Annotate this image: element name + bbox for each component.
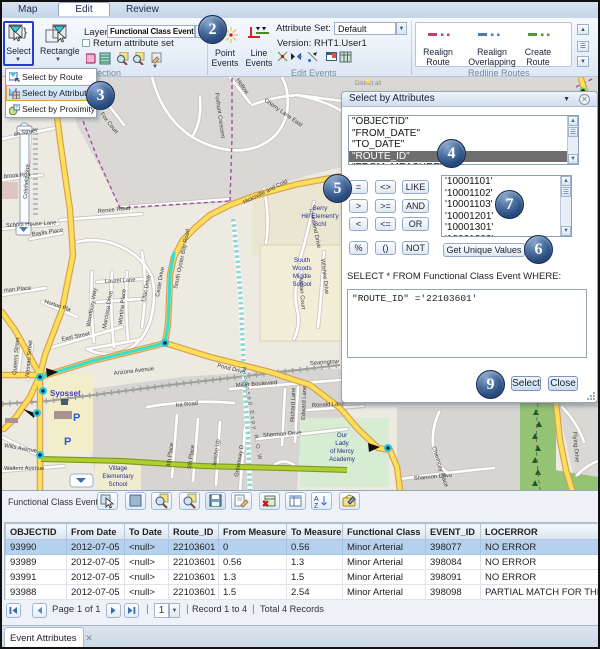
svg-text:Berry: Berry	[313, 205, 329, 212]
svg-text:Our: Our	[337, 432, 347, 439]
svg-text:P: P	[73, 412, 80, 424]
svg-text:P: P	[64, 436, 71, 448]
svg-text:Schl: Schl	[314, 221, 326, 228]
svg-text:Richard Lane: Richard Lane	[290, 387, 297, 422]
svg-text:Village: Village	[109, 465, 128, 472]
svg-text:School: School	[109, 481, 128, 488]
svg-text:Elementary: Elementary	[102, 473, 134, 480]
svg-text:Lady: Lady	[335, 440, 349, 447]
svg-text:Middle: Middle	[293, 273, 312, 280]
svg-text:Z: Z	[314, 503, 319, 509]
svg-text:Academy: Academy	[329, 456, 356, 463]
svg-text:South: South	[294, 257, 311, 264]
svg-text:}: }	[23, 25, 27, 39]
svg-text:School: School	[293, 281, 312, 288]
svg-text:Hill Element'y: Hill Element'y	[301, 213, 339, 220]
svg-text:Edward Lane: Edward Lane	[301, 386, 308, 420]
svg-text:A: A	[314, 496, 319, 503]
svg-text:Woods: Woods	[292, 265, 311, 272]
svg-text:Walters Avenue: Walters Avenue	[4, 466, 44, 472]
svg-text:of Mercy: of Mercy	[330, 448, 355, 455]
svg-text:Syosset: Syosset	[50, 389, 81, 398]
